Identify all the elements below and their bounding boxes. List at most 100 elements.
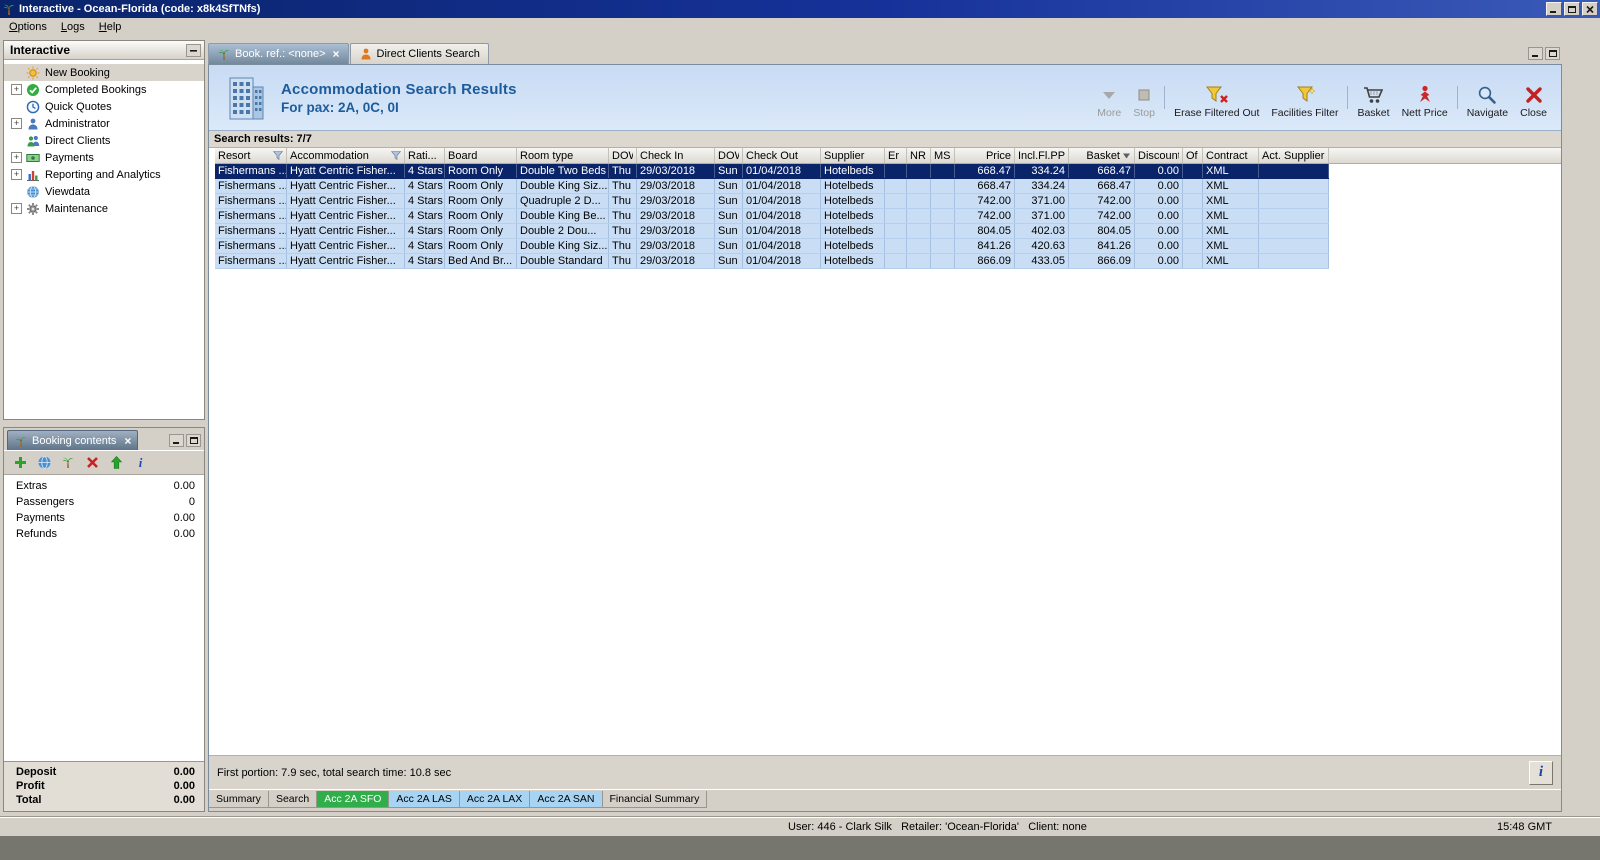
booking-contents-list: Extras 0.00 Passengers 0 Payments 0.00 Refunds… [4, 475, 204, 761]
close-button[interactable] [1582, 2, 1598, 16]
app-icon [2, 2, 16, 16]
cell: Double King Siz... [517, 179, 609, 193]
close-button[interactable]: Close [1514, 84, 1553, 119]
bottom-tab-financial-summary[interactable]: Financial Summary [602, 791, 708, 808]
erase-filtered-out-button[interactable]: Erase Filtered Out [1168, 84, 1265, 119]
basket-button[interactable]: Basket [1351, 84, 1395, 119]
column-header-supplier[interactable]: Supplier [821, 148, 885, 163]
table-row[interactable]: Fishermans ... Hyatt Centric Fisher... 4 S… [215, 209, 1329, 224]
column-label: DOW [612, 149, 633, 162]
sidebar-item-reporting-and-analytics[interactable]: + Reporting and Analytics [4, 166, 204, 183]
menu-logs[interactable]: Logs [54, 19, 92, 35]
panel-maximize-button[interactable] [186, 434, 201, 447]
maximize-button[interactable] [1564, 2, 1580, 16]
bottom-tab-acc-2a-lax[interactable]: Acc 2A LAX [459, 791, 531, 808]
column-header-resort[interactable]: Resort [215, 148, 287, 163]
menu-help[interactable]: Help [92, 19, 129, 35]
column-label: Price [985, 149, 1011, 162]
person-orange-icon [359, 47, 373, 61]
bottom-tab-acc-2a-las[interactable]: Acc 2A LAS [389, 791, 460, 808]
cell: 668.47 [1069, 164, 1135, 178]
toolbar-separator [1456, 85, 1458, 109]
bottom-tab-acc-2a-san[interactable]: Acc 2A SAN [530, 791, 603, 808]
column-header-rati[interactable]: Rati... [405, 148, 445, 163]
expand-icon[interactable]: + [11, 152, 22, 163]
expand-icon[interactable]: + [11, 169, 22, 180]
column-header-room-type[interactable]: Room type [517, 148, 609, 163]
doc-minimize-button[interactable] [1528, 47, 1543, 60]
tab-close-icon[interactable]: × [333, 48, 340, 60]
column-header-contract[interactable]: Contract [1203, 148, 1259, 163]
bottom-tab-summary[interactable]: Summary [209, 791, 269, 808]
sidebar-item-maintenance[interactable]: + Maintenance [4, 200, 204, 217]
column-header-er[interactable]: Er [885, 148, 907, 163]
sidebar-item-completed-bookings[interactable]: + Completed Bookings [4, 81, 204, 98]
cell [931, 224, 955, 238]
header-toolbar: More Stop Erase Filtered Out Facilities Fil… [1091, 77, 1553, 119]
cell: Hotelbeds [821, 224, 885, 238]
table-row[interactable]: Fishermans ... Hyatt Centric Fisher... 4 S… [215, 254, 1329, 269]
sidebar-item-quick-quotes[interactable]: Quick Quotes [4, 98, 204, 115]
cell [885, 209, 907, 223]
table-row[interactable]: Fishermans ... Hyatt Centric Fisher... 4 S… [215, 239, 1329, 254]
nett-price-button[interactable]: Nett Price [1396, 84, 1454, 119]
table-row[interactable]: Fishermans ... Hyatt Centric Fisher... 4 S… [215, 194, 1329, 209]
column-header-act-supplier[interactable]: Act. Supplier [1259, 148, 1329, 163]
column-header-dow[interactable]: DOW [715, 148, 743, 163]
upload-icon[interactable] [109, 455, 124, 470]
sidebar-item-viewdata[interactable]: Viewdata [4, 183, 204, 200]
column-header-accommodation[interactable]: Accommodation [287, 148, 405, 163]
expand-icon[interactable]: + [11, 203, 22, 214]
bottom-tab-acc-2a-sfo[interactable]: Acc 2A SFO [317, 791, 390, 808]
column-header-basket[interactable]: Basket [1069, 148, 1135, 163]
sidebar-item-payments[interactable]: + Payments [4, 149, 204, 166]
facilities-filter-button[interactable]: Facilities Filter [1265, 84, 1344, 119]
column-header-incl-fl-pp[interactable]: Incl.Fl.PP [1015, 148, 1069, 163]
info-button[interactable]: i [1529, 760, 1553, 785]
doc-maximize-button[interactable] [1545, 47, 1560, 60]
table-row[interactable]: Fishermans ... Hyatt Centric Fisher... 4 S… [215, 179, 1329, 194]
sidebar-item-new-booking[interactable]: New Booking [4, 64, 204, 81]
cell [1259, 194, 1329, 208]
column-header-of[interactable]: Of [1183, 148, 1203, 163]
tab-direct-clients-search[interactable]: Direct Clients Search [349, 43, 489, 64]
tab-book-ref-none[interactable]: Book. ref.: <none> × [208, 43, 349, 64]
palm-icon[interactable] [61, 455, 76, 470]
column-header-ms[interactable]: MS [931, 148, 955, 163]
booking-contents-tab[interactable]: Booking contents × [7, 430, 139, 450]
column-header-board[interactable]: Board [445, 148, 517, 163]
panel-minimize-button[interactable] [169, 434, 184, 447]
cell [1259, 164, 1329, 178]
cell: Thu [609, 209, 637, 223]
globe-icon[interactable] [37, 455, 52, 470]
cell: 29/03/2018 [637, 179, 715, 193]
close-panel-icon[interactable]: × [124, 435, 131, 447]
add-icon[interactable] [13, 455, 28, 470]
column-header-dow[interactable]: DOW [609, 148, 637, 163]
column-header-discount[interactable]: Discount [1135, 148, 1183, 163]
sidebar-item-administrator[interactable]: + Administrator [4, 115, 204, 132]
delete-icon[interactable] [85, 455, 100, 470]
info-icon[interactable]: i [133, 455, 148, 470]
table-row[interactable]: Fishermans ... Hyatt Centric Fisher... 4 S… [215, 164, 1329, 179]
sidebar-item-direct-clients[interactable]: Direct Clients [4, 132, 204, 149]
viewdata-icon [26, 185, 41, 199]
expand-icon[interactable]: + [11, 118, 22, 129]
column-header-price[interactable]: Price [955, 148, 1015, 163]
collapse-panel-button[interactable] [186, 43, 201, 57]
column-header-check-in[interactable]: Check In [637, 148, 715, 163]
minimize-button[interactable] [1546, 2, 1562, 16]
column-label: NR [910, 149, 926, 162]
cell: 866.09 [955, 254, 1015, 268]
table-row[interactable]: Fishermans ... Hyatt Centric Fisher... 4 S… [215, 224, 1329, 239]
column-label: Act. Supplier [1262, 149, 1325, 162]
column-header-check-out[interactable]: Check Out [743, 148, 821, 163]
cell [907, 179, 931, 193]
bottom-tab-search[interactable]: Search [268, 791, 318, 808]
expand-icon[interactable]: + [11, 84, 22, 95]
navigate-button[interactable]: Navigate [1461, 84, 1514, 119]
booking-contents-item: Passengers 0 [4, 494, 204, 510]
column-header-nr[interactable]: NR [907, 148, 931, 163]
menu-options[interactable]: Options [2, 19, 54, 35]
